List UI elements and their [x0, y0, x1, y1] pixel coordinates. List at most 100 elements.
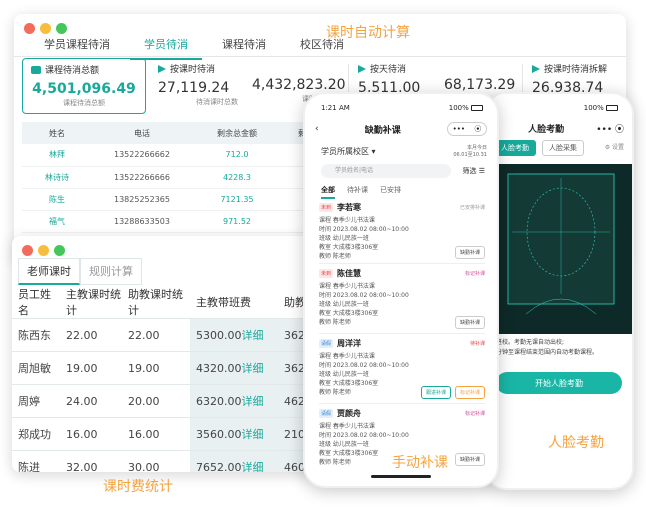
search-input[interactable]: 学员姓名|电话 — [321, 164, 451, 178]
table-row[interactable]: 陈生 13825252365 7121.35 — [22, 188, 322, 211]
cell-phone: 13288633503 — [92, 210, 192, 233]
cell-assist: 30.00 — [122, 450, 190, 472]
col-remaining[interactable]: 剩余总金额 — [192, 122, 282, 144]
mode-switch: 人脸考勤 人脸采集 — [494, 140, 584, 156]
maximize-dot-icon[interactable] — [56, 23, 67, 34]
cell-main: 32.00 — [60, 450, 122, 472]
col-phone[interactable]: 电话 — [92, 122, 192, 144]
battery-icon — [606, 105, 618, 111]
table-row[interactable]: 陈西东 22.00 22.00 5300.00详细 3623.0 — [12, 318, 315, 352]
cell-name[interactable]: 林诗诗 — [22, 166, 92, 189]
cell-name[interactable]: 林拜 — [22, 144, 92, 167]
cell-fee: 6320.00 — [196, 395, 242, 408]
follow-makeup-button[interactable]: 跟进补课 — [420, 386, 451, 399]
cell-name[interactable]: 福气 — [22, 210, 92, 233]
minimize-dot-icon[interactable] — [40, 23, 51, 34]
minimize-dot-icon[interactable] — [38, 245, 49, 256]
stat-label: 按课时待消 — [170, 65, 216, 75]
back-icon[interactable]: ‹ — [315, 124, 319, 134]
leave-badge: 请假 — [319, 409, 334, 418]
more-icon[interactable]: ••• ⦿ — [596, 122, 624, 135]
detail-link[interactable]: 详细 — [242, 395, 264, 408]
table-row[interactable]: 周婷 24.00 20.00 6320.00详细 4620.0 — [12, 384, 315, 418]
cell-name: 陈进 — [12, 450, 60, 472]
card-course: 课程 春季少儿书法课 — [319, 283, 375, 290]
table-row[interactable]: 郑成功 16.00 16.00 3560.00详细 2100.0 — [12, 417, 315, 451]
stat-label: 按课时待消拆解 — [544, 65, 608, 75]
tips-text: 进校。考勤无课自动出校; 分钟至课程结束范围内自动考勤课程。 — [496, 339, 599, 356]
mini-program-capsule[interactable]: ••• ⦿ — [447, 122, 487, 136]
card-class: 班级 幼儿民族一班 — [319, 441, 369, 448]
filter-label: 筛选 — [462, 167, 477, 175]
stat-value: 4,501,096.49 — [32, 81, 136, 97]
mark-makeup-button[interactable]: 标记补课 — [454, 386, 485, 399]
cell-name: 郑成功 — [12, 417, 60, 451]
campus-label: 学员所属校区 — [321, 147, 369, 156]
cell-phone: 13522266662 — [92, 144, 192, 167]
tab-rule-calc[interactable]: 规则计算 — [80, 258, 142, 285]
cell-name[interactable]: 陈生 — [22, 188, 92, 211]
stat-total-pending[interactable]: 课程待消总额 4,501,096.49 课程待消总额 — [22, 58, 146, 114]
makeup-card[interactable]: 未到 陈佳慧 标记补课 课程 春季少儿书法课 时间 2023.08.02 08:00… — [319, 268, 485, 334]
target-icon[interactable]: ⦿ — [474, 124, 481, 134]
start-face-attendance-button[interactable]: 开始人脸考勤 — [496, 372, 622, 394]
makeup-phone: 1:21 AM 100% ‹ 缺勤补课 ••• ⦿ 学员所属校区 ▾ 本月今日 0… — [303, 92, 499, 488]
card-time: 时间 2023.08.02 08:00~10:00 — [319, 432, 409, 439]
leave-badge: 请假 — [319, 339, 334, 348]
tab-pending[interactable]: 待补课 — [347, 185, 368, 199]
table-row[interactable]: 林诗诗 13522266666 4228.3 — [22, 166, 322, 189]
makeup-card[interactable]: 请假 周洋洋 待补课 课程 春季少儿书法课 时间 2023.08.02 08:00~… — [319, 338, 485, 404]
detail-link[interactable]: 详细 — [242, 428, 264, 441]
makeup-button[interactable]: 缺勤补课 — [454, 246, 485, 259]
col-staff-name[interactable]: 员工姓名 — [12, 286, 60, 319]
table-row[interactable]: 福气 13288633503 971.52 — [22, 210, 322, 233]
mode-face-attendance[interactable]: 人脸考勤 — [494, 140, 536, 156]
more-icon[interactable]: ••• — [453, 125, 465, 133]
col-main-hours[interactable]: 主教课时统计 — [60, 286, 122, 319]
stat-label: 课程待消总额 — [45, 66, 100, 76]
date-range[interactable]: 本月今日 06.01至10.31 — [453, 144, 487, 158]
tab-teacher-hours[interactable]: 老师课时 — [18, 258, 80, 285]
absence-badge: 未到 — [319, 269, 334, 278]
cell-fee: 3560.00 — [196, 428, 242, 441]
detail-link[interactable]: 详细 — [242, 461, 264, 472]
table-row[interactable]: 周旭敏 19.00 19.00 4320.00详细 3623.0 — [12, 351, 315, 385]
card-state: 待补课 — [469, 341, 485, 347]
battery-icon — [471, 105, 483, 111]
campus-selector[interactable]: 学员所属校区 ▾ — [321, 146, 376, 157]
cell-assist: 19.00 — [122, 351, 190, 385]
card-class: 班级 幼儿民族一班 — [319, 235, 369, 242]
close-dot-icon[interactable] — [22, 245, 33, 256]
close-dot-icon[interactable] — [24, 23, 35, 34]
col-name[interactable]: 姓名 — [22, 122, 92, 144]
settings-button[interactable]: ⚙ 设置 — [605, 142, 624, 151]
col-main-fee[interactable]: 主教带班费 — [190, 286, 278, 319]
stat-hours-pending[interactable]: 按课时待消 27,119.24 待消课时总数 — [158, 62, 238, 114]
makeup-button[interactable]: 缺勤补课 — [454, 316, 485, 329]
cell-fee: 5300.00 — [196, 329, 242, 342]
table-row[interactable]: 林拜 13522266662 712.0 — [22, 144, 322, 167]
maximize-dot-icon[interactable] — [54, 245, 65, 256]
cell-main: 16.00 — [60, 417, 122, 451]
col-assist-hours[interactable]: 助教课时统计 — [122, 286, 190, 319]
card-time: 时间 2023.08.02 08:00~10:00 — [319, 226, 409, 233]
filter-button[interactable]: 筛选 ☰ — [462, 166, 485, 176]
makeup-card[interactable]: 未到 李若寒 已安排补课 课程 春季少儿书法课 时间 2023.08.02 08:0… — [319, 202, 485, 264]
tab-all[interactable]: 全部 — [321, 185, 335, 199]
makeup-button[interactable]: 缺勤补课 — [454, 453, 485, 466]
card-state: 已安排补课 — [459, 205, 485, 211]
tab-scheduled[interactable]: 已安排 — [380, 185, 401, 199]
cell-main: 22.00 — [60, 318, 122, 352]
cell-fee: 7652.00 — [196, 461, 242, 472]
detail-link[interactable]: 详细 — [242, 362, 264, 375]
card-course: 课程 春季少儿书法课 — [319, 353, 375, 360]
detail-link[interactable]: 详细 — [242, 329, 264, 342]
table-row[interactable]: 陈进 32.00 30.00 7652.00详细 4600.0 — [12, 450, 315, 472]
cell-name: 陈西东 — [12, 318, 60, 352]
cell-assist: 20.00 — [122, 384, 190, 418]
arrow-icon — [358, 64, 366, 73]
date-line2: 06.01至10.31 — [453, 152, 487, 158]
cell-main: 24.00 — [60, 384, 122, 418]
page-title: 缺勤补课 — [364, 125, 401, 136]
mode-face-collect[interactable]: 人脸采集 — [542, 140, 584, 156]
